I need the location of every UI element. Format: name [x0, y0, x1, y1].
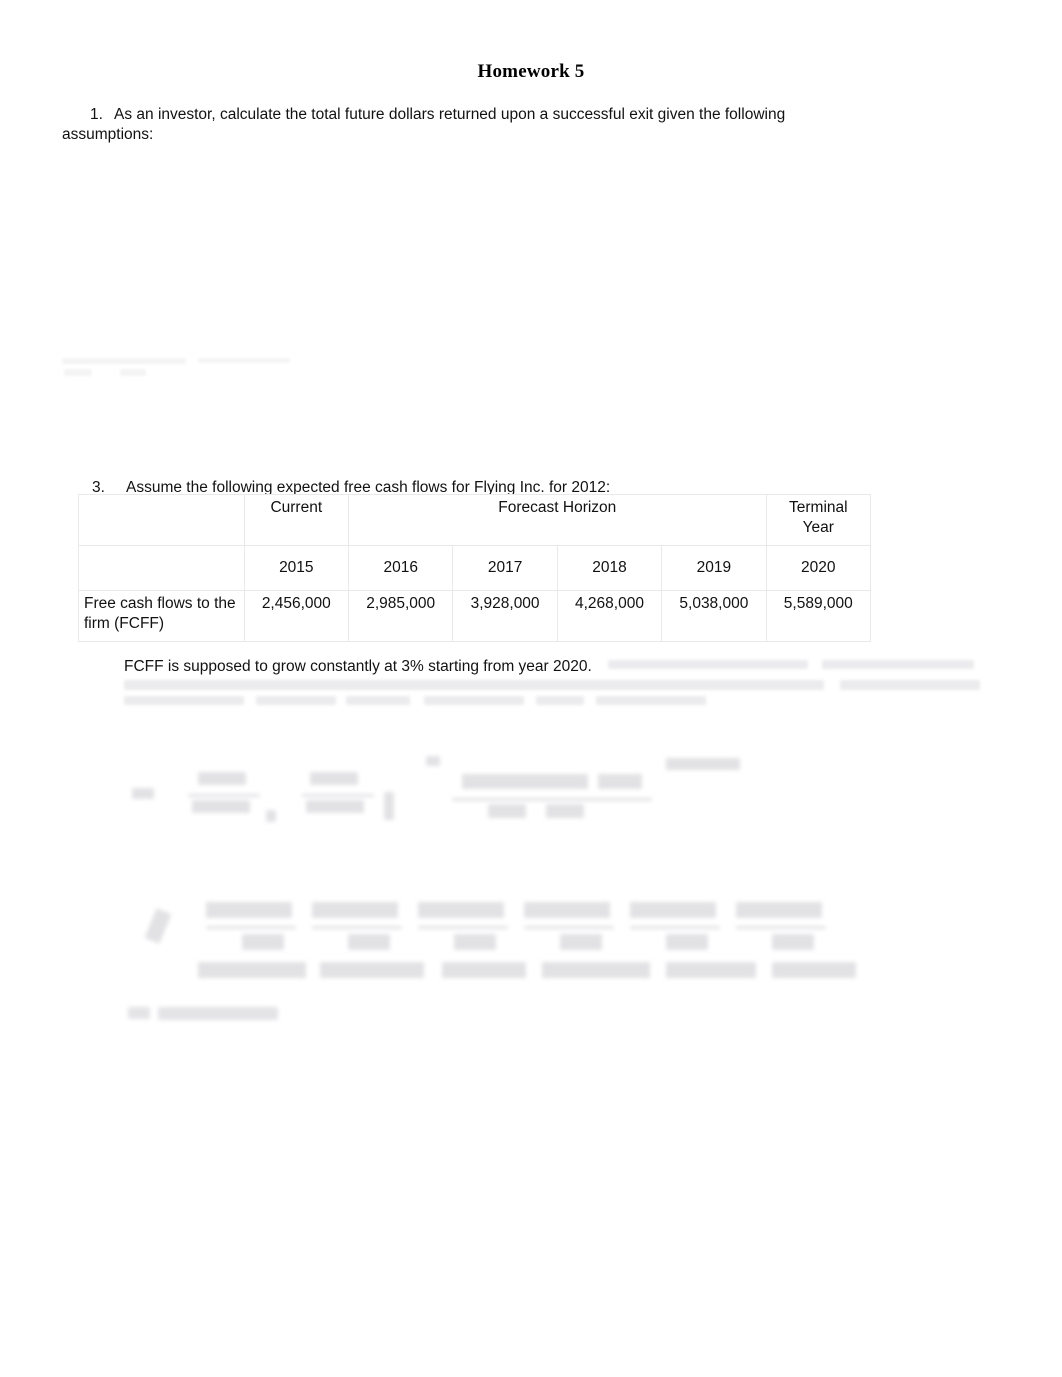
erased-stroke — [312, 902, 398, 918]
erased-stroke — [242, 934, 284, 950]
year-row-label-cell — [78, 545, 245, 591]
erased-stroke — [132, 788, 154, 799]
table-header-group-row: Current Forecast Horizon Terminal Year — [78, 494, 872, 546]
erased-stroke — [598, 774, 642, 789]
erased-stroke — [536, 696, 584, 705]
header-forecast-horizon: Forecast Horizon — [348, 494, 767, 546]
year-cell-2020: 2020 — [765, 545, 872, 591]
erased-stroke — [608, 660, 808, 669]
erased-stroke — [546, 804, 584, 818]
year-cell-2017: 2017 — [452, 545, 558, 591]
fcff-value-2015: 2,456,000 — [243, 590, 350, 642]
erased-stroke — [560, 934, 602, 950]
fcff-row-label: Free cash flows to the firm (FCFF) — [78, 590, 245, 642]
erased-stroke — [442, 962, 526, 978]
erased-stroke — [124, 680, 824, 690]
erased-content-region-1 — [62, 352, 312, 380]
erased-fraction-bar — [736, 926, 826, 929]
erased-fraction-bar — [302, 794, 374, 797]
erased-stroke — [206, 902, 292, 918]
erased-stroke — [524, 902, 610, 918]
erased-stroke — [198, 358, 290, 363]
header-terminal-year-line2: Year — [802, 519, 834, 536]
erased-stroke — [736, 902, 822, 918]
erased-stroke — [454, 934, 496, 950]
erased-stroke — [596, 696, 706, 705]
erased-formula-region-1 — [126, 752, 746, 834]
table-year-row: 2015 2016 2017 2018 2019 2020 — [78, 545, 872, 591]
header-terminal-year-line1: Terminal — [789, 499, 848, 516]
erased-stroke — [158, 1007, 278, 1020]
year-cell-2016: 2016 — [347, 545, 454, 591]
fcff-value-2016: 2,985,000 — [347, 590, 454, 642]
fcff-growth-note: FCFF is supposed to grow constantly at 3… — [124, 658, 592, 675]
erased-stroke — [772, 962, 856, 978]
header-current: Current — [243, 494, 350, 546]
question-1-text: As an investor, calculate the total futu… — [62, 106, 786, 143]
erased-stroke — [488, 804, 526, 818]
year-cell-2018: 2018 — [556, 545, 663, 591]
erased-stroke — [348, 934, 390, 950]
erased-stroke — [310, 772, 358, 785]
erased-stroke — [256, 696, 336, 705]
fcff-value-2017: 3,928,000 — [452, 590, 558, 642]
erased-fraction-bar — [188, 794, 260, 797]
erased-stroke — [64, 369, 92, 376]
erased-stroke — [144, 908, 172, 944]
fcff-value-2019: 5,038,000 — [661, 590, 767, 642]
erased-stroke — [198, 772, 246, 785]
erased-stroke — [120, 369, 146, 376]
erased-stroke — [320, 962, 424, 978]
erased-stroke — [346, 696, 410, 705]
year-cell-2015: 2015 — [243, 545, 350, 591]
erased-stroke — [666, 758, 740, 770]
erased-stroke — [424, 696, 524, 705]
erased-fraction-bar — [524, 926, 614, 929]
erased-stroke — [192, 800, 250, 813]
erased-stroke — [198, 962, 306, 978]
erased-stroke — [384, 792, 394, 820]
erased-formula-region-2 — [142, 888, 942, 996]
erased-stroke — [822, 660, 974, 669]
table-row: Free cash flows to the firm (FCFF) 2,456… — [78, 590, 872, 642]
question-1-number: 1. — [90, 106, 103, 123]
document-page: Homework 5 1. As an investor, calculate t… — [0, 0, 1062, 1377]
fcff-table-container: Current Forecast Horizon Terminal Year 2… — [78, 494, 872, 642]
header-terminal-year: Terminal Year — [765, 494, 872, 546]
erased-content-region-2 — [604, 658, 980, 720]
erased-fraction-bar — [452, 798, 652, 801]
erased-stroke — [418, 902, 504, 918]
header-label-cell — [78, 494, 245, 546]
erased-stroke — [630, 902, 716, 918]
erased-content-region-3 — [124, 680, 980, 720]
page-title: Homework 5 — [477, 61, 585, 82]
erased-stroke — [542, 962, 650, 978]
erased-stroke — [124, 696, 244, 705]
fcff-value-2018: 4,268,000 — [556, 590, 663, 642]
erased-stroke — [666, 962, 756, 978]
erased-stroke — [666, 934, 708, 950]
erased-fraction-bar — [206, 926, 296, 929]
fcff-table: Current Forecast Horizon Terminal Year 2… — [78, 494, 872, 642]
erased-stroke — [462, 774, 588, 789]
erased-stroke — [426, 756, 440, 766]
erased-stroke — [128, 1007, 150, 1019]
erased-fraction-bar — [418, 926, 508, 929]
erased-fraction-bar — [630, 926, 720, 929]
erased-stroke — [306, 800, 364, 813]
erased-fraction-bar — [312, 926, 402, 929]
erased-stroke — [266, 810, 276, 822]
erased-result-region — [128, 1002, 378, 1032]
erased-stroke — [772, 934, 814, 950]
fcff-value-2020: 5,589,000 — [765, 590, 872, 642]
erased-stroke — [62, 358, 186, 364]
question-1: 1. As an investor, calculate the total fu… — [62, 105, 852, 145]
year-cell-2019: 2019 — [661, 545, 767, 591]
erased-stroke — [840, 680, 980, 690]
